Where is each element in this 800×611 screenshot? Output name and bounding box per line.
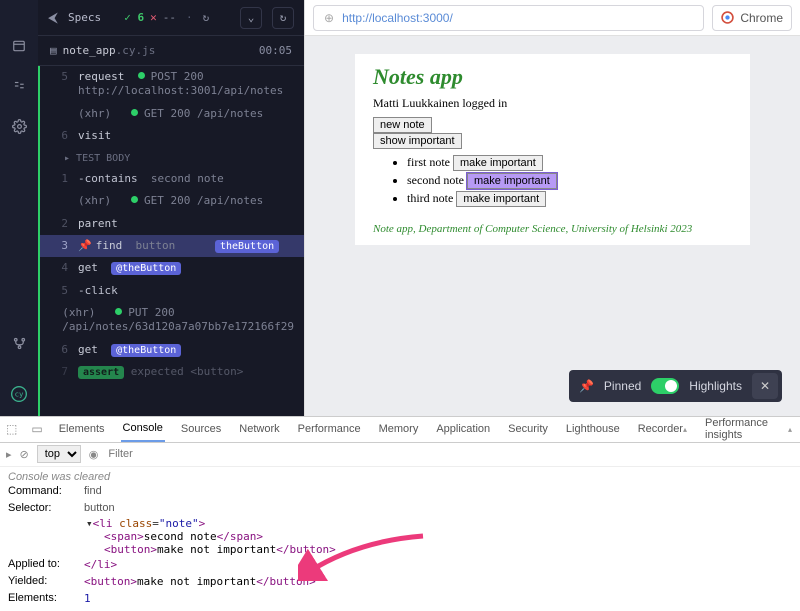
console-toolbar: ▸ ⊘ top ◉ xyxy=(0,443,800,467)
clear-console-icon[interactable]: ⊘ xyxy=(20,448,29,461)
svg-text:cy: cy xyxy=(15,389,24,398)
timer-label: 00:05 xyxy=(259,44,292,57)
tab-elements[interactable]: Elements xyxy=(57,416,107,442)
console-line: Command:find xyxy=(8,483,792,500)
list-item: second note make important xyxy=(407,173,732,189)
cypress-logo-icon[interactable]: cy xyxy=(11,386,27,402)
tab-lighthouse[interactable]: Lighthouse xyxy=(564,416,622,442)
browser-selector[interactable]: Chrome xyxy=(712,5,792,31)
tab-memory[interactable]: Memory xyxy=(377,416,421,442)
tab-application[interactable]: Application xyxy=(434,416,492,442)
log-row[interactable]: 7 assert expected <button> xyxy=(40,361,304,383)
steps-icon[interactable] xyxy=(11,78,27,94)
make-important-button-highlighted[interactable]: make important xyxy=(467,173,557,189)
cypress-sidebar-rail: cy xyxy=(0,0,38,416)
cypress-command-log: ⮜ Specs ✓ 6 ✕ -- · ↻ ⌄ ↻ ▤ note_app.cy.j… xyxy=(38,0,304,416)
context-selector[interactable]: top xyxy=(37,445,81,463)
pinned-toolbar: 📌 Pinned Highlights ✕ xyxy=(569,370,782,402)
highlights-label: Highlights xyxy=(689,379,742,393)
devtools-panel: ⬚ ▭ Elements Console Sources Network Per… xyxy=(0,416,800,611)
chevron-down-button[interactable]: ⌄ xyxy=(240,7,262,29)
command-log-body: 5 request POST 200http://localhost:3001/… xyxy=(38,66,304,416)
log-row[interactable]: (xhr) PUT 200 /api/notes/63d120a7a07bb7e… xyxy=(40,302,304,339)
console-line: ▾<li class="note"> xyxy=(8,517,792,530)
spec-file-header[interactable]: ▤ note_app.cy.js 00:05 xyxy=(38,36,304,66)
make-important-button[interactable]: make important xyxy=(453,155,543,171)
console-line: Applied to:</li> xyxy=(8,556,792,573)
list-item: third note make important xyxy=(407,191,732,207)
pin-icon: 📌 xyxy=(78,239,92,252)
log-row[interactable]: 4 get @theButton xyxy=(40,257,304,279)
tab-recorder[interactable]: Recorder xyxy=(636,416,689,442)
console-line: Selector:button xyxy=(8,500,792,517)
log-row[interactable]: (xhr) GET 200 /api/notes xyxy=(40,103,304,125)
cypress-header: ⮜ Specs ✓ 6 ✕ -- · ↻ ⌄ ↻ xyxy=(38,0,304,36)
tab-network[interactable]: Network xyxy=(237,416,281,442)
devtools-tabs: ⬚ ▭ Elements Console Sources Network Per… xyxy=(0,417,800,443)
app-preview: Notes app Matti Luukkainen logged in new… xyxy=(305,36,800,416)
show-important-button[interactable]: show important xyxy=(373,133,462,149)
log-row[interactable]: 2 parent xyxy=(40,213,304,235)
url-bar: ⊕ http://localhost:3000/ Chrome xyxy=(305,0,800,36)
log-row[interactable]: 5 -click xyxy=(40,280,304,302)
tab-performance[interactable]: Performance xyxy=(296,416,363,442)
make-important-button[interactable]: make important xyxy=(456,191,546,207)
tab-security[interactable]: Security xyxy=(506,416,550,442)
tab-sources[interactable]: Sources xyxy=(179,416,223,442)
app-page: Notes app Matti Luukkainen logged in new… xyxy=(355,54,750,245)
chrome-icon xyxy=(721,11,734,24)
back-icon[interactable]: ⮜ xyxy=(48,10,58,26)
test-stats: ✓ 6 ✕ -- xyxy=(124,11,176,24)
console-line: Elements:1 xyxy=(8,590,792,607)
device-icon[interactable]: ▭ xyxy=(31,422,42,436)
log-row[interactable]: 5 request POST 200http://localhost:3001/… xyxy=(40,66,304,103)
specs-label: Specs xyxy=(68,11,101,24)
eye-icon[interactable]: ◉ xyxy=(89,448,99,461)
app-heading: Notes app xyxy=(373,64,732,90)
filter-input[interactable] xyxy=(106,446,256,462)
log-row-active[interactable]: 3 📌find button theButton xyxy=(40,235,304,257)
new-note-button[interactable]: new note xyxy=(373,117,432,133)
highlights-toggle[interactable] xyxy=(651,378,679,394)
log-row[interactable]: 6 visit xyxy=(40,125,304,147)
console-output: Console was cleared Command:find Selecto… xyxy=(0,467,800,611)
branch-icon[interactable] xyxy=(11,336,27,352)
settings-icon[interactable] xyxy=(11,118,27,134)
pinned-label: Pinned xyxy=(604,379,641,393)
tab-console[interactable]: Console xyxy=(121,416,165,442)
close-button[interactable]: ✕ xyxy=(752,373,778,399)
url-input[interactable]: ⊕ http://localhost:3000/ xyxy=(313,5,704,31)
logged-in-text: Matti Luukkainen logged in xyxy=(373,96,732,111)
sidebar-toggle-icon[interactable]: ▸ xyxy=(6,448,12,461)
pin-icon: 📌 xyxy=(579,379,594,393)
target-icon: ⊕ xyxy=(324,11,334,25)
console-line: <button>make not important</button> xyxy=(8,543,792,556)
app-footer: Note app, Department of Computer Science… xyxy=(373,223,732,235)
log-row[interactable]: 6 get @theButton xyxy=(40,339,304,361)
log-section-header: ▸ TEST BODY xyxy=(40,147,304,168)
file-icon: ▤ xyxy=(50,44,57,57)
list-item: first note make important xyxy=(407,155,732,171)
log-row[interactable]: 1 -contains second note xyxy=(40,168,304,190)
console-line: Yielded:<button>make not important</butt… xyxy=(8,573,792,590)
console-line: Console was cleared xyxy=(8,471,792,483)
notes-list: first note make important second note ma… xyxy=(407,155,732,207)
reload-button[interactable]: ↻ xyxy=(272,7,294,29)
window-icon[interactable] xyxy=(11,38,27,54)
console-line: <span>second note</span> xyxy=(8,530,792,543)
inspect-icon[interactable]: ⬚ xyxy=(6,422,17,436)
tab-performance-insights[interactable]: Performance insights xyxy=(703,416,794,442)
log-row[interactable]: (xhr) GET 200 /api/notes xyxy=(40,190,304,212)
